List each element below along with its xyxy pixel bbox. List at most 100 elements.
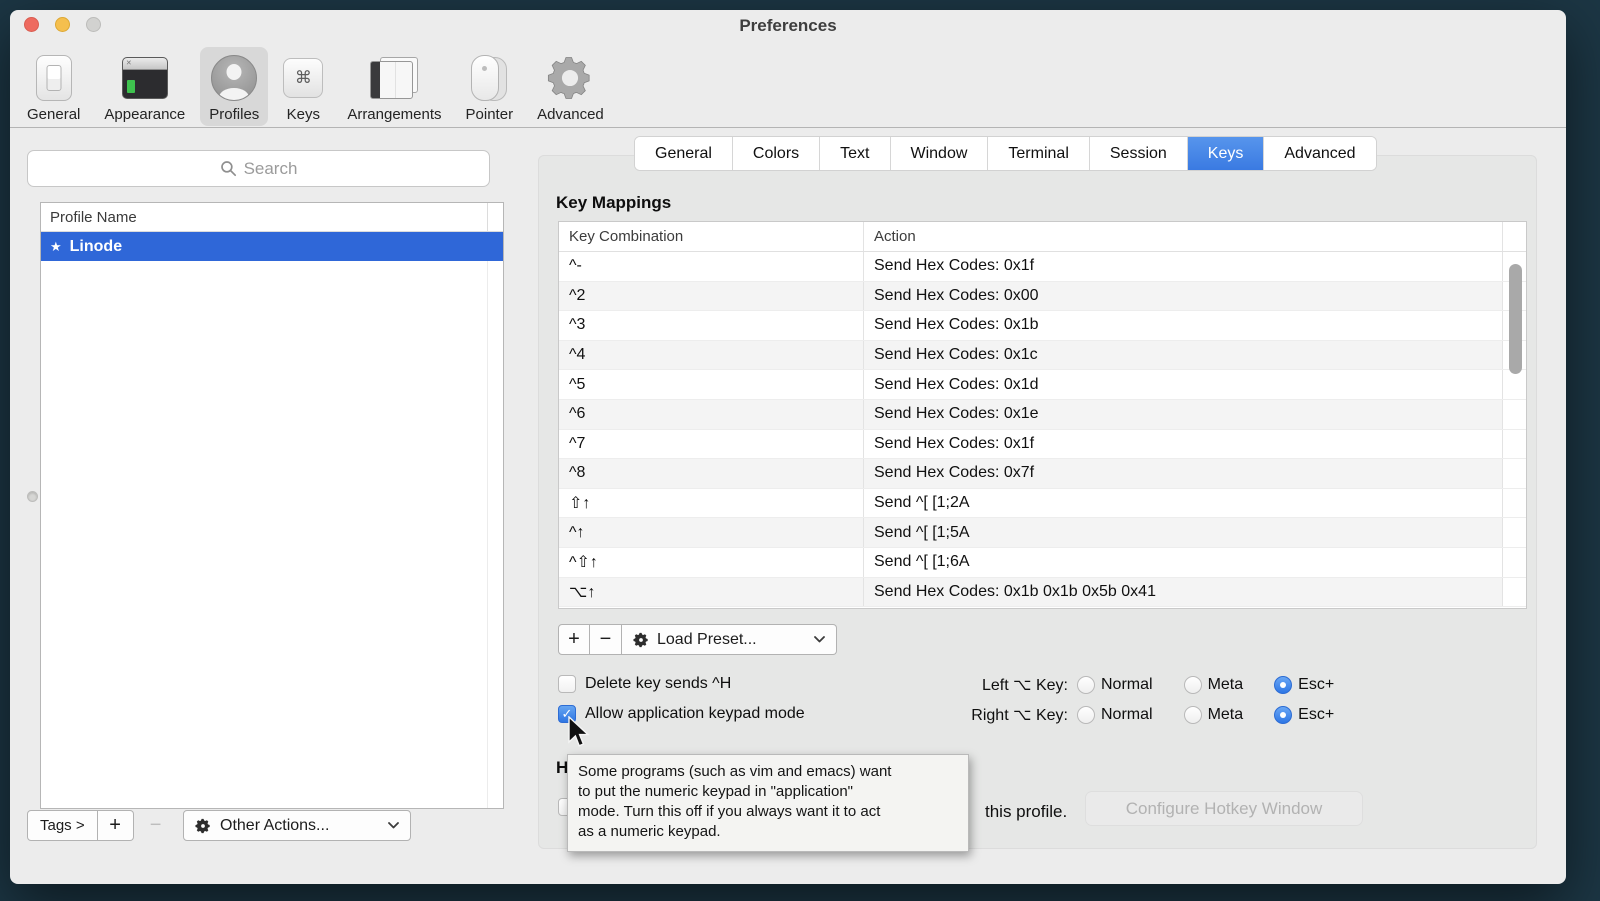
splitter-handle[interactable] (27, 491, 38, 502)
profile-name-column-header: Profile Name (50, 209, 137, 226)
delete-key-sends-checkbox[interactable] (558, 675, 576, 693)
radio-icon[interactable] (1077, 676, 1095, 694)
toolbar-item-appearance[interactable]: Appearance (95, 47, 194, 126)
action-cell: Send Hex Codes: 0x1e (874, 405, 1039, 423)
radio-option-meta[interactable]: Meta (1184, 706, 1244, 724)
window-title: Preferences (10, 16, 1566, 36)
table-row[interactable]: ^4 Send Hex Codes: 0x1c (559, 341, 1526, 371)
search-icon (220, 160, 237, 177)
tab-label: Keys (1208, 145, 1244, 163)
tab-keys[interactable]: Keys (1188, 137, 1265, 170)
table-row[interactable]: ^7 Send Hex Codes: 0x1f (559, 430, 1526, 460)
other-actions-label: Other Actions... (220, 817, 379, 835)
window-panes-icon (370, 53, 418, 103)
profile-tabs: General Colors Text Window Terminal Sess… (635, 137, 1376, 170)
tab-label: Text (840, 145, 869, 163)
tab-label: Window (911, 145, 968, 163)
mouse-cursor-icon (566, 716, 590, 750)
table-row[interactable]: ^↑ Send ^[ [1;5A (559, 518, 1526, 548)
profile-name: Linode (70, 238, 122, 256)
toolbar-item-general[interactable]: General (18, 47, 89, 126)
toolbar-label: Pointer (466, 106, 514, 123)
action-cell: Send ^[ [1;2A (874, 494, 970, 512)
profile-list-header[interactable]: Profile Name (41, 203, 503, 232)
gear-icon (547, 53, 593, 103)
radio-icon[interactable] (1184, 676, 1202, 694)
table-row[interactable]: ^⇧↑ Send ^[ [1;6A (559, 548, 1526, 578)
profile-row-linode[interactable]: ★ Linode (41, 232, 503, 261)
action-cell: Send ^[ [1;5A (874, 524, 970, 542)
toolbar-label: Arrangements (347, 106, 441, 123)
left-option-key-label: Left ⌥ Key: (956, 675, 1068, 695)
action-cell: Send Hex Codes: 0x1f (874, 435, 1034, 453)
key-mappings-heading: Key Mappings (556, 193, 671, 213)
gear-icon (633, 632, 649, 648)
table-row[interactable]: ^5 Send Hex Codes: 0x1d (559, 370, 1526, 400)
tab-label: General (655, 145, 712, 163)
remove-mapping-button[interactable]: − (590, 624, 622, 655)
action-cell: Send Hex Codes: 0x7f (874, 464, 1034, 482)
toolbar-divider (10, 127, 1566, 128)
chevron-down-icon (814, 636, 825, 643)
key-combination-cell: ^3 (569, 316, 585, 334)
add-profile-button[interactable]: + (98, 810, 134, 841)
toolbar-item-advanced[interactable]: Advanced (528, 47, 613, 126)
table-row[interactable]: ^3 Send Hex Codes: 0x1b (559, 311, 1526, 341)
toolbar-label: Appearance (104, 106, 185, 123)
radio-option-normal[interactable]: Normal (1077, 706, 1153, 724)
toolbar-item-keys[interactable]: Keys (274, 47, 332, 126)
load-preset-dropdown[interactable]: Load Preset... (622, 624, 837, 655)
tags-button[interactable]: Tags > (27, 810, 98, 841)
radio-option-esc[interactable]: Esc+ (1274, 706, 1334, 724)
table-row[interactable]: ⇧↑ Send ^[ [1;2A (559, 489, 1526, 519)
column-header-key-combination: Key Combination (569, 228, 683, 245)
radio-icon[interactable] (1077, 706, 1095, 724)
toolbar-item-arrangements[interactable]: Arrangements (338, 47, 450, 126)
toolbar-label: Advanced (537, 106, 604, 123)
mouse-icon (471, 53, 507, 103)
tab-text[interactable]: Text (820, 137, 890, 170)
radio-icon-selected[interactable] (1274, 676, 1292, 694)
key-combination-cell: ^↑ (569, 524, 585, 542)
mapping-controls: + − Load Preset... (558, 624, 837, 655)
table-row[interactable]: ^8 Send Hex Codes: 0x7f (559, 459, 1526, 489)
radio-option-meta[interactable]: Meta (1184, 676, 1244, 694)
tab-session[interactable]: Session (1090, 137, 1188, 170)
plus-icon: + (109, 814, 121, 837)
table-row[interactable]: ⌥↑ Send Hex Codes: 0x1b 0x1b 0x5b 0x41 (559, 578, 1526, 608)
radio-option-esc[interactable]: Esc+ (1274, 676, 1334, 694)
table-row[interactable]: ^2 Send Hex Codes: 0x00 (559, 282, 1526, 312)
table-row[interactable]: ^6 Send Hex Codes: 0x1e (559, 400, 1526, 430)
tags-button-label: Tags > (40, 817, 85, 834)
tab-window[interactable]: Window (891, 137, 989, 170)
tab-advanced[interactable]: Advanced (1264, 137, 1375, 170)
action-cell: Send ^[ [1;6A (874, 553, 970, 571)
key-combination-cell: ^⇧↑ (569, 552, 598, 572)
key-combination-cell: ^- (569, 257, 582, 275)
toolbar-item-profiles[interactable]: Profiles (200, 47, 268, 126)
table-row[interactable]: ^- Send Hex Codes: 0x1f (559, 252, 1526, 282)
action-cell: Send Hex Codes: 0x1b (874, 316, 1039, 334)
key-combination-cell: ^2 (569, 287, 585, 305)
right-option-key-row: Right ⌥ Key: Normal Meta Esc+ (956, 705, 1365, 725)
add-mapping-button[interactable]: + (558, 624, 590, 655)
minus-icon: − (150, 814, 162, 837)
left-option-key-row: Left ⌥ Key: Normal Meta Esc+ (956, 675, 1365, 695)
search-input[interactable]: Search (27, 150, 490, 187)
action-cell: Send Hex Codes: 0x1d (874, 376, 1039, 394)
tab-terminal[interactable]: Terminal (988, 137, 1089, 170)
radio-icon-selected[interactable] (1274, 706, 1292, 724)
remove-profile-button-disabled: − (142, 810, 170, 841)
action-cell: Send Hex Codes: 0x1f (874, 257, 1034, 275)
table-header-row[interactable]: Key Combination Action (559, 222, 1526, 252)
table-scrollbar-thumb[interactable] (1509, 264, 1522, 374)
radio-option-normal[interactable]: Normal (1077, 676, 1153, 694)
toolbar-label: Profiles (209, 106, 259, 123)
radio-icon[interactable] (1184, 706, 1202, 724)
tab-general[interactable]: General (635, 137, 733, 170)
radio-label: Esc+ (1298, 706, 1334, 724)
tab-label: Advanced (1284, 145, 1355, 163)
tab-colors[interactable]: Colors (733, 137, 820, 170)
other-actions-dropdown[interactable]: Other Actions... (183, 810, 411, 841)
toolbar-item-pointer[interactable]: Pointer (457, 47, 523, 126)
